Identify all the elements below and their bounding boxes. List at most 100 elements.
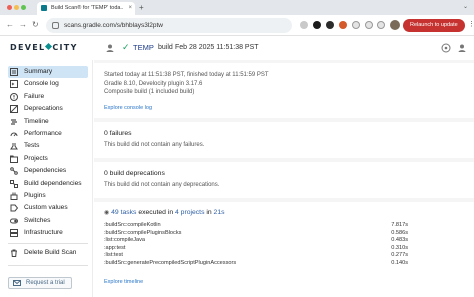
sidebar-item-label: Switches: [24, 216, 51, 224]
task-name: :list:compileJava: [104, 237, 146, 243]
gradle-version-text: Gradle 8.10, Develocity plugin 3.17.6: [104, 81, 203, 87]
user-menu-icon[interactable]: [457, 43, 467, 53]
trash-icon: [11, 249, 17, 257]
console-icon: [10, 80, 18, 89]
sidebar-item-console-log[interactable]: Console log: [8, 78, 88, 90]
eye-icon: ◉: [104, 210, 110, 216]
failures-card: 0 failures This build did not contain an…: [94, 122, 474, 158]
sidebar-item-deprecations[interactable]: Deprecations: [8, 103, 88, 115]
projects-count: 4 projects: [175, 209, 205, 216]
request-trial-button[interactable]: Request a trial: [8, 277, 72, 289]
sidebar-item-label: Custom values: [24, 204, 68, 212]
sidebar-item-infrastructure[interactable]: Infrastructure: [8, 227, 88, 239]
build-info-card: Started today at 11:51:38 PST, finished …: [94, 63, 474, 118]
browser-toolbar: ← → ↻ scans.gradle.com/s/bhblays3l2ptw R…: [0, 15, 474, 36]
task-name: :buildSrc:generatePrecompiledScriptPlugi…: [104, 259, 237, 266]
timeline-icon: [11, 118, 17, 125]
extension-icon[interactable]: [352, 21, 360, 29]
extension-icon[interactable]: [300, 21, 308, 29]
extension-icon[interactable]: [365, 21, 373, 29]
envelope-icon: [13, 280, 21, 286]
sidebar-item-delete-build-scan[interactable]: Delete Build Scan: [8, 247, 88, 259]
browser-menu-icon[interactable]: ⋮: [468, 20, 474, 28]
sidebar-divider: [8, 243, 88, 244]
sidebar-item-summary[interactable]: Summary: [8, 66, 88, 78]
browser-tab-bar: Build Scan® for 'TEMP' toda... × + ⌄: [0, 0, 474, 15]
sidebar-item-label: Deprecations: [24, 105, 63, 113]
develocity-favicon-icon: [41, 5, 47, 11]
extension-icon[interactable]: [339, 21, 347, 29]
back-button[interactable]: ←: [6, 20, 14, 30]
tasks-in-text: in: [206, 209, 212, 216]
tab-search-chevron-icon[interactable]: ⌄: [463, 3, 468, 10]
browser-tab[interactable]: Build Scan® for 'TEMP' toda... ×: [37, 2, 135, 15]
extension-icon[interactable]: [326, 21, 334, 29]
sidebar-item-label: Dependencies: [24, 167, 67, 175]
plugins-icon: [10, 192, 18, 200]
tasks-count: 49 tasks: [111, 209, 137, 216]
sidebar-item-dependencies[interactable]: Dependencies: [8, 165, 88, 177]
sidebar-item-label: Summary: [24, 68, 53, 75]
build-time-text: Started today at 11:51:38 PST, finished …: [104, 72, 269, 78]
tasks-summary: ◉ 49 tasks executed in 4 projects in 21s: [104, 208, 225, 218]
sidebar-item-tests[interactable]: Tests: [8, 140, 88, 152]
sidebar-item-label: Console log: [24, 80, 59, 88]
summary-icon: [10, 68, 18, 76]
forward-button[interactable]: →: [19, 20, 27, 30]
minimize-window-button[interactable]: [14, 5, 19, 10]
task-duration: 0.586s: [391, 229, 408, 236]
new-tab-button[interactable]: +: [139, 2, 144, 13]
task-name: :buildSrc:compilePluginsBlocks: [104, 229, 182, 236]
sidebar-item-label: Delete Build Scan: [24, 249, 77, 256]
explore-console-log-link[interactable]: Explore console log: [104, 104, 152, 112]
app-header: DEVEL CITY ✓ TEMP build Feb 28 2025 11:51…: [0, 36, 474, 60]
failures-title: 0 failures: [104, 130, 132, 137]
task-duration: 7.817s: [391, 222, 408, 228]
task-row[interactable]: :buildSrc:compileKotlin 7.817s: [104, 222, 408, 230]
composite-build-text: Composite build (1 included build): [104, 89, 195, 95]
switches-icon: [10, 218, 18, 224]
task-row[interactable]: :app:test 0.310s: [104, 245, 408, 253]
profile-avatar[interactable]: [390, 20, 400, 30]
task-duration: 0.140s: [391, 259, 408, 266]
task-row[interactable]: :list:compileJava 0.483s: [104, 237, 408, 245]
extension-icon[interactable]: [313, 21, 321, 29]
sidebar-item-projects[interactable]: Projects: [8, 153, 88, 165]
deprecations-title: 0 build deprecations: [104, 170, 165, 177]
address-bar[interactable]: scans.gradle.com/s/bhblays3l2ptw: [46, 18, 292, 33]
performance-icon: [10, 132, 18, 137]
task-duration: 0.277s: [391, 252, 408, 258]
deprecations-icon: [10, 105, 18, 114]
share-icon[interactable]: [441, 43, 451, 53]
build-dependencies-icon: [10, 179, 18, 188]
sidebar-item-failure[interactable]: Failure: [8, 91, 88, 103]
explore-timeline-link[interactable]: Explore timeline: [104, 278, 143, 286]
reload-button[interactable]: ↻: [32, 20, 39, 30]
task-row[interactable]: :buildSrc:generatePrecompiledScriptPlugi…: [104, 260, 408, 268]
sidebar-item-label: Plugins: [24, 192, 46, 199]
url-text[interactable]: scans.gradle.com/s/bhblays3l2ptw: [64, 21, 163, 30]
sidebar-item-timeline[interactable]: Timeline: [8, 116, 88, 128]
sidebar-item-label: Tests: [24, 142, 40, 150]
relaunch-to-update-button[interactable]: Relaunch to update: [403, 19, 465, 32]
task-row[interactable]: :list:test 0.277s: [104, 252, 408, 260]
task-row[interactable]: :buildSrc:compilePluginsBlocks 0.586s: [104, 230, 408, 238]
sidebar-item-custom-values[interactable]: Custom values: [8, 202, 88, 214]
sidebar-item-label: Infrastructure: [24, 229, 63, 237]
extensions-puzzle-icon[interactable]: [377, 21, 385, 29]
develocity-logo[interactable]: DEVEL CITY: [10, 42, 78, 52]
failure-icon: [10, 92, 18, 101]
dependencies-icon: [10, 167, 18, 175]
tasks-card: ◉ 49 tasks executed in 4 projects in 21s…: [94, 202, 474, 297]
sidebar-item-switches[interactable]: Switches: [8, 215, 88, 227]
build-duration: 21s: [213, 209, 225, 216]
sidebar-item-plugins[interactable]: Plugins: [8, 190, 88, 202]
maximize-window-button[interactable]: [21, 5, 26, 10]
tasks-executed-text: executed in: [138, 209, 174, 216]
sidebar-item-build-dependencies[interactable]: Build dependencies: [8, 178, 88, 190]
projects-icon: [10, 155, 18, 163]
sidebar-item-performance[interactable]: Performance: [8, 128, 88, 140]
site-info-icon[interactable]: [52, 22, 59, 29]
close-window-button[interactable]: [7, 5, 12, 10]
tab-close-icon[interactable]: ×: [128, 4, 132, 13]
